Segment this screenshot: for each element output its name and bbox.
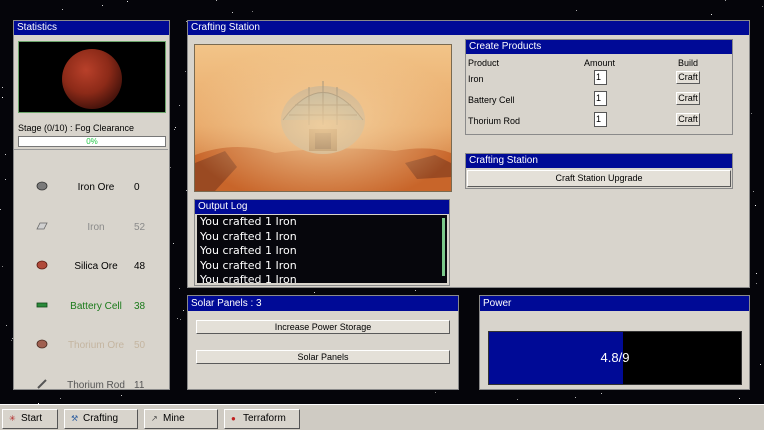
power-meter: 4.8/9 <box>488 331 742 385</box>
log-line: You crafted 1 Iron <box>200 215 297 228</box>
battery-icon <box>36 302 48 307</box>
resource-value: 48 <box>134 261 146 272</box>
amount-input-iron[interactable]: 1 <box>594 70 607 85</box>
log-line: You crafted 1 Iron <box>200 258 297 272</box>
resource-row-iron-ore: Iron Ore 0 <box>14 178 168 198</box>
crafting-station-title: Crafting Station <box>188 21 749 35</box>
taskbar-start-button[interactable]: ✳ Start <box>2 409 58 429</box>
power-title: Power <box>480 296 749 311</box>
output-log: Output Log You crafted 1 Iron You crafted… <box>194 199 450 286</box>
crafting-station-panel: Crafting Station Output Log You crafted … <box>187 20 750 288</box>
thorium-ore-icon <box>36 339 48 349</box>
station-upgrade-panel: Crafting Station Craft Station Upgrade <box>465 153 733 189</box>
product-name: Thorium Rod <box>468 116 521 126</box>
power-value: 4.8/9 <box>600 350 630 365</box>
output-log-lines[interactable]: You crafted 1 Iron You crafted 1 Iron You … <box>197 215 447 283</box>
resource-row-silica-ore: Silica Ore 48 <box>14 257 168 277</box>
solar-panels-panel: Solar Panels : 3 Increase Power Storage … <box>187 295 459 390</box>
resource-name: Iron Ore <box>77 182 115 193</box>
statistics-panel: Statistics Stage (0/10) : Fog Clearance … <box>13 20 170 391</box>
resource-value: 11 <box>134 379 145 391</box>
taskbar-terraform-button[interactable]: ● Terraform <box>224 409 300 429</box>
craft-button-battery-cell[interactable]: Craft <box>676 92 700 105</box>
craft-button-iron[interactable]: Craft <box>676 71 700 84</box>
planet-image <box>62 49 122 109</box>
terraform-icon: ● <box>231 414 236 423</box>
resource-name: Battery Cell <box>70 300 122 312</box>
ore-icon <box>36 181 48 191</box>
resource-row-iron: Iron 52 <box>14 218 168 238</box>
create-products-title: Create Products <box>466 40 732 54</box>
resource-value: 52 <box>134 221 146 233</box>
header-amount: Amount <box>584 58 616 68</box>
taskbar-crafting-button[interactable]: ⚒ Crafting <box>64 409 138 429</box>
taskbar-label: Crafting <box>83 413 119 424</box>
station-scene-image <box>194 44 452 192</box>
taskbar: ✳ Start ⚒ Crafting ↗ Mine ● Terraform <box>0 404 764 430</box>
rod-icon <box>37 378 47 389</box>
ingot-icon <box>36 222 48 229</box>
taskbar-mine-button[interactable]: ↗ Mine <box>144 409 218 429</box>
station-upgrade-title: Crafting Station <box>466 154 732 168</box>
resource-row-thorium-ore: Thorium Ore 50 <box>14 336 168 356</box>
resource-name: Thorium Rod <box>67 379 125 391</box>
amount-input-thorium-rod[interactable]: 1 <box>594 112 607 127</box>
increase-power-storage-button[interactable]: Increase Power Storage <box>196 320 450 334</box>
crafting-icon: ⚒ <box>71 414 79 423</box>
power-panel: Power 4.8/9 <box>479 295 750 390</box>
craft-station-upgrade-button[interactable]: Craft Station Upgrade <box>467 170 731 187</box>
progress-text: 0% <box>86 137 98 146</box>
craft-button-thorium-rod[interactable]: Craft <box>676 113 700 126</box>
progress-bar: 0% <box>18 136 166 147</box>
resource-value: 0 <box>134 182 140 193</box>
log-line: You crafted 1 Iron <box>200 273 297 283</box>
product-name: Battery Cell <box>468 95 515 105</box>
resource-name: Thorium Ore <box>67 340 125 351</box>
resource-value: 38 <box>134 300 146 312</box>
output-log-title: Output Log <box>195 200 449 214</box>
resource-row-battery-cell: Battery Cell 38 <box>14 297 168 317</box>
solar-panels-button[interactable]: Solar Panels <box>196 350 450 364</box>
resource-row-thorium-rod: Thorium Rod 11 <box>14 376 168 396</box>
resource-name: Silica Ore <box>74 261 118 272</box>
planet-view <box>18 41 166 113</box>
silica-icon <box>36 260 48 270</box>
create-products-panel: Create Products Product Amount Build Iro… <box>465 39 733 135</box>
statistics-title: Statistics <box>14 21 169 35</box>
header-product: Product <box>468 58 500 68</box>
resource-list: Iron Ore 0 Iron 52 Silica Ore 48 Battery Cell 3… <box>14 149 168 391</box>
mine-icon: ↗ <box>151 414 158 423</box>
taskbar-label: Terraform <box>243 413 286 424</box>
header-build: Build <box>678 58 699 68</box>
product-name: Iron <box>468 74 484 84</box>
taskbar-label: Start <box>21 413 43 424</box>
amount-input-battery-cell[interactable]: 1 <box>594 91 607 106</box>
resource-value: 50 <box>134 340 146 351</box>
log-scrollbar[interactable] <box>442 218 445 276</box>
start-icon: ✳ <box>9 414 16 423</box>
solar-panels-title: Solar Panels : 3 <box>188 296 458 311</box>
taskbar-label: Mine <box>163 413 185 424</box>
dome-illustration <box>195 45 451 191</box>
resource-name: Iron <box>87 221 105 233</box>
stage-label: Stage (0/10) : Fog Clearance <box>18 123 135 133</box>
log-line: You crafted 1 Iron <box>200 244 297 257</box>
log-line: You crafted 1 Iron <box>200 229 297 243</box>
